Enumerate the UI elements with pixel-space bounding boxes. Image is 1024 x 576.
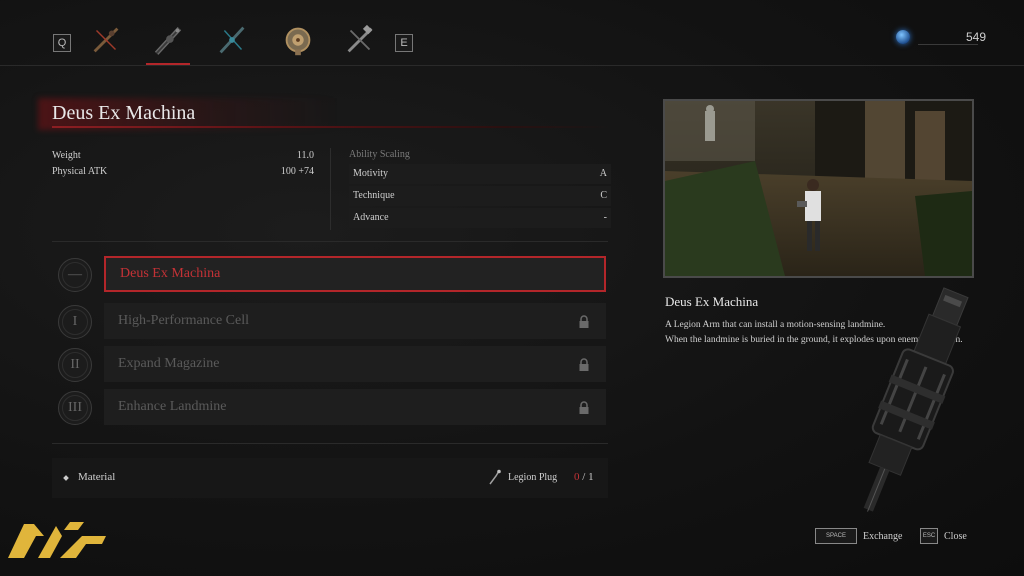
currency-underline	[918, 44, 978, 45]
stat-value: 11.0	[296, 150, 314, 161]
site-logo	[8, 522, 106, 558]
stat-row-physical-atk: Physical ATK 100 +74	[52, 164, 314, 180]
material-need: 1	[588, 471, 594, 483]
tab-legion-arm-3[interactable]	[206, 14, 258, 66]
upgrade-option[interactable]: Enhance Landmine	[104, 389, 606, 425]
round-device-icon	[285, 27, 311, 56]
upgrade-tier-numeral: III	[62, 395, 88, 421]
upgrade-option[interactable]: High-Performance Cell	[104, 303, 606, 339]
crossed-tool-icon	[347, 24, 373, 53]
item-stats: Weight 11.0 Physical ATK 100 +74	[52, 148, 314, 180]
ability-scaling: Ability Scaling Motivity A Technique C A…	[349, 148, 611, 230]
upgrade-option-selected[interactable]: Deus Ex Machina	[104, 256, 606, 292]
scaling-grade: -	[603, 212, 607, 223]
currency-display: 549	[896, 30, 986, 48]
material-have: 0	[574, 471, 580, 483]
upgrade-row-2[interactable]: II Expand Magazine	[56, 344, 612, 384]
material-count: 0 / 1	[574, 471, 594, 483]
legion-arm-crossed-icon	[93, 27, 119, 53]
upgrade-tier-badge: III	[58, 391, 92, 425]
blue-arm-icon	[219, 26, 245, 54]
upgrade-tier-numeral: I	[62, 309, 88, 335]
upgrade-row-1[interactable]: I High-Performance Cell	[56, 301, 612, 341]
stats-divider	[330, 148, 331, 230]
upgrade-tier-badge: —	[58, 258, 92, 292]
bullet-icon	[63, 475, 69, 481]
deus-ex-machina-arm-icon	[154, 26, 182, 55]
legion-arm-art-image	[863, 287, 969, 512]
upgrade-option[interactable]: Expand Magazine	[104, 346, 606, 382]
tab-legion-arm-5[interactable]	[334, 14, 386, 66]
lock-icon	[579, 401, 589, 414]
stat-row-weight: Weight 11.0	[52, 148, 314, 164]
preview-video	[663, 99, 974, 278]
prev-tab-key[interactable]: Q	[53, 34, 71, 52]
lock-icon	[579, 358, 589, 371]
preview-title: Deus Ex Machina	[665, 294, 759, 309]
scaling-grade: A	[599, 168, 607, 179]
divider	[52, 443, 608, 444]
exchange-key[interactable]: SPACE	[815, 528, 857, 544]
material-separator: /	[582, 471, 586, 483]
divider	[52, 241, 608, 242]
legion-plug-icon	[489, 469, 501, 485]
scaling-label: Advance	[353, 212, 389, 223]
exchange-button[interactable]: Exchange	[863, 531, 902, 542]
close-button[interactable]: Close	[944, 531, 967, 542]
preview-scene-image	[665, 101, 972, 276]
page-title: Deus Ex Machina	[52, 102, 196, 124]
scaling-row-motivity: Motivity A	[349, 164, 611, 184]
material-requirement: Material Legion Plug 0 / 1	[52, 458, 608, 498]
tab-legion-arm-4[interactable]	[272, 14, 324, 66]
stat-label: Weight	[52, 150, 81, 161]
material-label: Material	[78, 471, 116, 483]
scaling-row-technique: Technique C	[349, 186, 611, 206]
stat-label: Physical ATK	[52, 166, 108, 177]
top-bar: Q E 549	[0, 0, 1024, 66]
ability-scaling-heading: Ability Scaling	[349, 149, 410, 160]
ergo-gem-icon	[896, 30, 910, 44]
upgrade-row-3[interactable]: III Enhance Landmine	[56, 387, 612, 427]
lock-icon	[579, 315, 589, 328]
upgrade-tier-numeral: —	[62, 262, 88, 288]
tab-legion-arm-1[interactable]	[80, 14, 132, 66]
currency-amount: 549	[965, 30, 986, 44]
upgrade-label: High-Performance Cell	[118, 313, 250, 328]
scaling-grade: C	[600, 190, 607, 201]
next-tab-key[interactable]: E	[395, 34, 413, 52]
scaling-label: Technique	[353, 190, 395, 201]
upgrade-tier-badge: II	[58, 348, 92, 382]
close-key[interactable]: ESC	[920, 528, 938, 544]
scaling-row-advance: Advance -	[349, 208, 611, 228]
stat-value: 100 +74	[280, 166, 314, 177]
upgrade-row-base[interactable]: — Deus Ex Machina	[56, 254, 612, 294]
tab-deus-ex-machina[interactable]	[142, 14, 194, 66]
upgrade-tier-badge: I	[58, 305, 92, 339]
scaling-label: Motivity	[353, 168, 389, 179]
upgrade-label: Expand Magazine	[118, 356, 220, 371]
material-item-name: Legion Plug	[508, 472, 558, 483]
title-underline	[52, 126, 612, 128]
upgrade-label: Enhance Landmine	[118, 399, 227, 414]
upgrade-tier-numeral: II	[62, 352, 88, 378]
